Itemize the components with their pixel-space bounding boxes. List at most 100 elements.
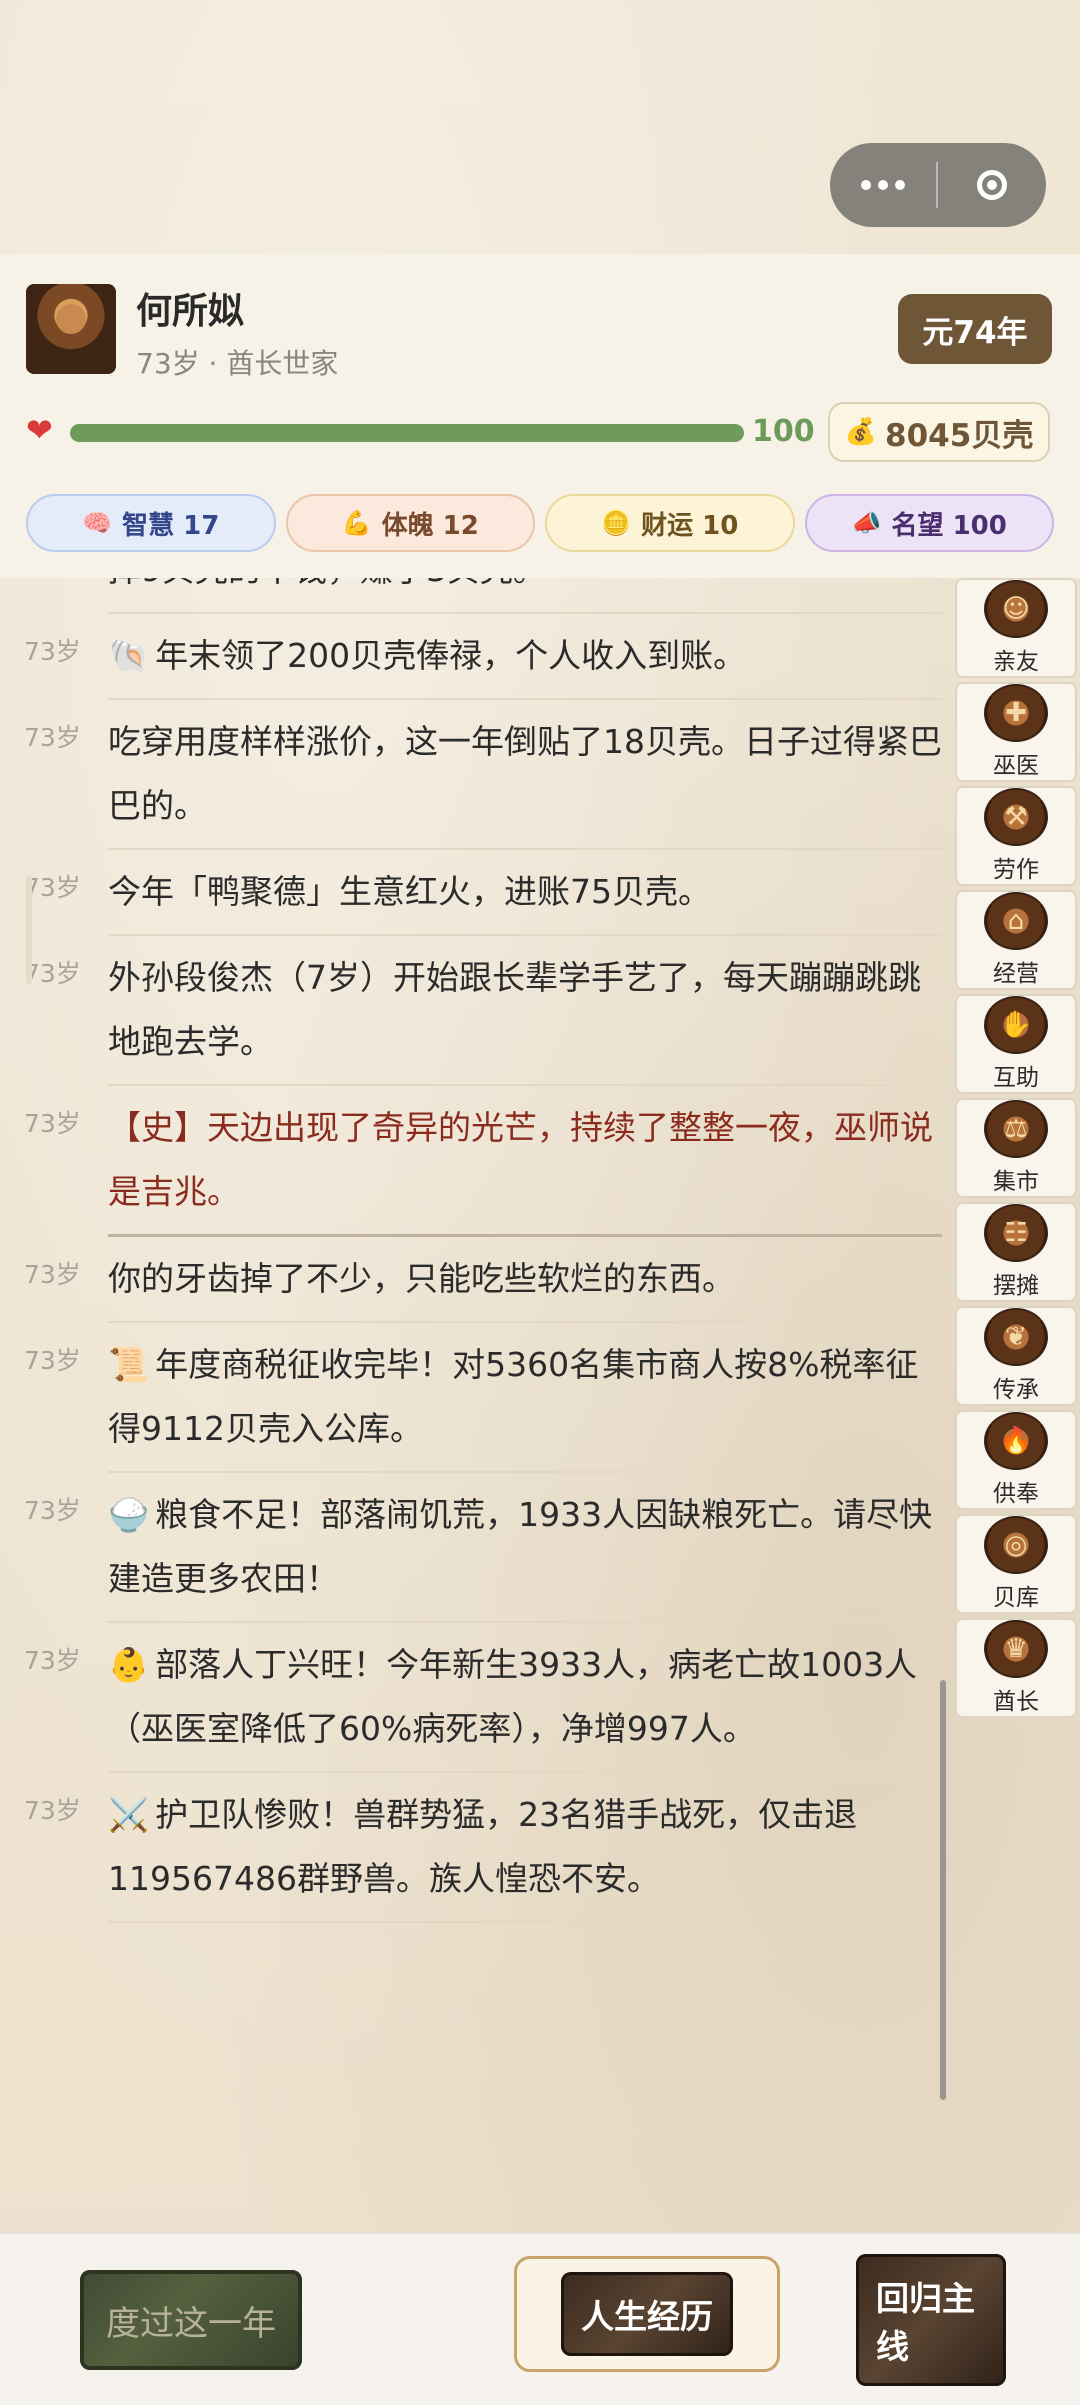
player-name: 何所姒	[136, 291, 245, 332]
log-event-icon: 📜	[108, 1345, 150, 1384]
side-menu-item[interactable]: ♛ 酋长	[955, 1618, 1077, 1718]
log-entry: 73岁 【史】天边出现了奇异的光芒，持续了整整一夜，巫师说是吉兆。	[24, 1086, 942, 1237]
pass-year-button[interactable]: 度过这一年	[80, 2270, 302, 2370]
side-menu-label: 传承	[993, 1377, 1039, 1403]
attribute-bar: 🧠 智慧 17 💪 体魄 12 🪙 财运 10 📣 名望 100	[26, 494, 1054, 552]
player-header: 何所姒 73岁 · 酋长世家 元74年 ❤ 100 💰 8045贝壳 🧠 智慧 …	[0, 254, 1080, 578]
family-icon: ☺	[984, 580, 1048, 638]
log-event-icon: 👶	[108, 1645, 150, 1684]
log-age: 73岁	[24, 723, 81, 752]
side-menu-item[interactable]: 🔥 供奉	[955, 1410, 1077, 1510]
main-line-label: 回归主线	[856, 2254, 1006, 2386]
log-age: 73岁	[24, 1796, 81, 1825]
side-menu-item[interactable]: ❦ 传承	[955, 1306, 1077, 1406]
side-menu-label: 亲友	[993, 649, 1039, 675]
stat-fortune-label: 财运 10	[641, 510, 739, 541]
muscle-icon: 💪	[341, 509, 372, 537]
shop-icon: ⌂	[984, 892, 1048, 950]
stall-icon: ☷	[984, 1204, 1048, 1262]
log-text: 年度商税征收完毕！对5360名集市商人按8%税率征得9112贝壳入公库。	[108, 1345, 919, 1448]
log-scrollbar[interactable]	[940, 1680, 946, 2100]
log-age: 73岁	[24, 1496, 81, 1525]
stat-wisdom-label: 智慧 17	[122, 510, 220, 541]
coin-icon: 🪙	[601, 509, 632, 537]
log-text-block: 📜 年度商税征收完毕！对5360名集市商人按8%税率征得9112贝壳入公库。	[108, 1323, 942, 1471]
tools-icon: ⚒	[984, 788, 1048, 846]
log-age: 73岁	[24, 1646, 81, 1675]
stat-fame-label: 名望 100	[891, 510, 1007, 541]
side-menu-item[interactable]: ⚖ 集市	[955, 1098, 1077, 1198]
main-line-button[interactable]: 回归主线	[856, 2254, 1006, 2386]
money-bag-icon: 💰	[844, 417, 878, 447]
side-menu-label: 贝库	[993, 1585, 1039, 1611]
brain-icon: 🧠	[82, 509, 113, 537]
life-story-button[interactable]: 人生经历	[514, 2256, 780, 2372]
log-entry: 73岁 今年「鸭聚德」生意红火，进账75贝壳。	[24, 850, 942, 936]
heart-icon: ❤	[26, 411, 53, 449]
life-log[interactable]: 掉9贝壳的本钱，赚了3贝壳。73岁🐚年末领了200贝壳俸禄，个人收入到账。 73岁…	[0, 578, 950, 2230]
health-bar	[70, 424, 744, 442]
log-text-block: 掉9贝壳的本钱，赚了3贝壳。	[108, 578, 942, 612]
log-entry: 73岁 ⚔️ 护卫队惨败！兽群势猛，23名猎手战死，仅击退119567486群野兽。…	[24, 1773, 942, 1923]
health-bar-fill	[70, 424, 744, 442]
side-menu-label: 互助	[993, 1065, 1039, 1091]
log-entry: 掉9贝壳的本钱，赚了3贝壳。	[108, 578, 942, 614]
market-icon: ⚖	[984, 1100, 1048, 1158]
shell-balance-text: 8045贝壳	[885, 417, 1034, 454]
log-event-icon: 🍚	[108, 1495, 150, 1534]
heritage-icon: ❦	[984, 1308, 1048, 1366]
log-age: 73岁	[24, 1260, 81, 1289]
log-text-block: 外孙段俊杰（7岁）开始跟长辈学手艺了，每天蹦蹦跳跳地跑去学。	[108, 936, 942, 1084]
shell-balance[interactable]: 💰 8045贝壳	[828, 402, 1050, 462]
log-entry: 73岁 外孙段俊杰（7岁）开始跟长辈学手艺了，每天蹦蹦跳跳地跑去学。	[24, 936, 942, 1086]
side-menu-item[interactable]: ⌂ 经营	[955, 890, 1077, 990]
health-value: 100	[752, 414, 815, 449]
altar-icon: 🔥	[984, 1412, 1048, 1470]
log-age: 73岁	[24, 1346, 81, 1375]
log-text-block: 今年「鸭聚德」生意红火，进账75贝壳。	[108, 850, 942, 934]
stat-fortune[interactable]: 🪙 财运 10	[545, 494, 795, 552]
side-menu-item[interactable]: ⚒ 劳作	[955, 786, 1077, 886]
side-menu-label: 巫医	[993, 753, 1039, 779]
log-entry: 73岁 🍚 粮食不足！部落闹饥荒，1933人因缺粮死亡。请尽快建造更多农田！	[24, 1473, 942, 1623]
more-menu-icon[interactable]	[830, 143, 936, 227]
close-target-icon[interactable]	[938, 170, 1046, 200]
log-text-block: 你的牙齿掉了不少，只能吃些软烂的东西。	[108, 1237, 942, 1321]
side-menu-label: 劳作	[993, 857, 1039, 883]
left-scroll-indicator	[26, 875, 32, 985]
stat-physique[interactable]: 💪 体魄 12	[285, 494, 535, 552]
avatar[interactable]	[26, 284, 116, 374]
healer-icon: ✚	[984, 684, 1048, 742]
side-menu: ☺ 亲友 ✚ 巫医 ⚒ 劳作 ⌂ 经营 ✋ 互助 ⚖ 集市 ☷ 摆摊 ❦ 传承 🔥 供奉 ◎ 贝库 ♛ 酋长	[955, 578, 1079, 1722]
side-menu-item[interactable]: ◎ 贝库	[955, 1514, 1077, 1614]
year-badge: 元74年	[898, 294, 1052, 364]
vault-icon: ◎	[984, 1516, 1048, 1574]
side-menu-label: 供奉	[993, 1481, 1039, 1507]
log-entry: 73岁 📜 年度商税征收完毕！对5360名集市商人按8%税率征得9112贝壳入公库。	[24, 1323, 942, 1473]
log-text: 今年「鸭聚德」生意红火，进账75贝壳。	[108, 872, 711, 911]
log-text: 你的牙齿掉了不少，只能吃些软烂的东西。	[108, 1259, 735, 1298]
side-menu-label: 摆摊	[993, 1273, 1039, 1299]
side-menu-item[interactable]: ☷ 摆摊	[955, 1202, 1077, 1302]
log-text-block: 吃穿用度样样涨价，这一年倒贴了18贝壳。日子过得紧巴巴的。	[108, 700, 942, 848]
log-age: 73岁	[24, 959, 81, 988]
side-menu-label: 经营	[993, 961, 1039, 987]
stat-wisdom[interactable]: 🧠 智慧 17	[26, 494, 276, 552]
chief-icon: ♛	[984, 1620, 1048, 1678]
stat-physique-label: 体魄 12	[381, 510, 479, 541]
log-event-icon: ⚔️	[108, 1795, 150, 1834]
stat-fame[interactable]: 📣 名望 100	[804, 494, 1054, 552]
side-menu-label: 集市	[993, 1169, 1039, 1195]
log-entry: 73岁 你的牙齿掉了不少，只能吃些软烂的东西。	[24, 1237, 942, 1323]
log-entry: 73岁 🐚 年末领了200贝壳俸禄，个人收入到账。	[24, 614, 942, 700]
side-menu-item[interactable]: ✚ 巫医	[955, 682, 1077, 782]
side-menu-item[interactable]: ☺ 亲友	[955, 578, 1077, 678]
megaphone-icon: 📣	[851, 509, 882, 537]
life-story-label: 人生经历	[561, 2272, 733, 2356]
side-menu-item[interactable]: ✋ 互助	[955, 994, 1077, 1094]
log-text: 粮食不足！部落闹饥荒，1933人因缺粮死亡。请尽快建造更多农田！	[108, 1495, 933, 1598]
log-text-block: ⚔️ 护卫队惨败！兽群势猛，23名猎手战死，仅击退119567486群野兽。族人惶…	[108, 1773, 942, 1921]
log-entry: 73岁 👶 部落人丁兴旺！今年新生3933人，病老亡故1003人（巫医室降低了60%…	[24, 1623, 942, 1773]
log-text: 外孙段俊杰（7岁）开始跟长辈学手艺了，每天蹦蹦跳跳地跑去学。	[108, 958, 921, 1061]
handshake-icon: ✋	[984, 996, 1048, 1054]
